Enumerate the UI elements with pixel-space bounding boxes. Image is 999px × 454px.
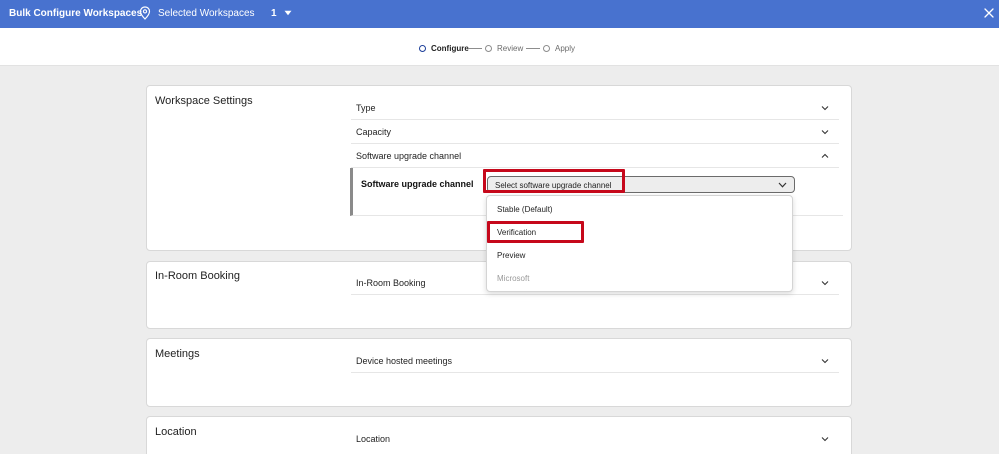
option-microsoft: Microsoft — [497, 274, 530, 283]
option-stable-default[interactable]: Stable (Default) — [497, 205, 553, 214]
chevron-up-icon — [821, 153, 829, 158]
step-apply-dot — [543, 45, 550, 52]
step-connector — [468, 48, 482, 49]
location-card: Location Location — [146, 416, 852, 454]
close-icon[interactable] — [983, 7, 995, 19]
stepper: Configure Review Apply — [0, 28, 999, 66]
row-capacity-label: Capacity — [356, 127, 392, 137]
location-title: Location — [155, 426, 197, 438]
step-connector — [526, 48, 540, 49]
row-location[interactable]: Location — [351, 427, 839, 451]
chevron-down-icon — [821, 437, 829, 442]
option-verification[interactable]: Verification — [497, 228, 536, 237]
row-capacity[interactable]: Capacity — [351, 120, 839, 144]
page-title: Bulk Configure Workspaces — [9, 8, 143, 19]
row-software-upgrade-channel-label: Software upgrade channel — [356, 151, 462, 161]
step-configure-label: Configure — [431, 44, 469, 53]
chevron-down-icon — [821, 359, 829, 364]
top-bar: Bulk Configure Workspaces Selected Works… — [0, 0, 999, 28]
in-room-booking-title: In-Room Booking — [155, 270, 240, 282]
meetings-card: Meetings Device hosted meetings — [146, 338, 852, 407]
chevron-down-icon — [821, 281, 829, 286]
selected-workspaces-count[interactable]: 1 — [271, 8, 277, 19]
upgrade-channel-dropdown: Stable (Default) Verification Preview Mi… — [486, 195, 793, 292]
row-device-hosted-meetings[interactable]: Device hosted meetings — [351, 349, 839, 373]
step-review-dot — [485, 45, 492, 52]
step-apply-label: Apply — [555, 44, 576, 53]
step-review-label: Review — [497, 44, 524, 53]
caret-down-icon[interactable] — [284, 10, 292, 16]
row-type-label: Type — [356, 103, 376, 113]
step-configure[interactable]: Configure — [419, 44, 469, 53]
row-device-hosted-meetings-label: Device hosted meetings — [356, 356, 453, 366]
step-review[interactable]: Review — [485, 44, 523, 53]
row-in-room-booking-label: In-Room Booking — [356, 278, 426, 288]
chevron-down-icon — [821, 106, 829, 111]
step-apply[interactable]: Apply — [543, 44, 575, 53]
select-placeholder: Select software upgrade channel — [495, 180, 612, 190]
chevron-down-icon — [778, 182, 787, 188]
software-upgrade-channel-select[interactable]: Select software upgrade channel — [487, 176, 795, 193]
row-software-upgrade-channel[interactable]: Software upgrade channel — [351, 144, 839, 168]
meetings-title: Meetings — [155, 348, 200, 360]
workspace-settings-title: Workspace Settings — [155, 95, 253, 107]
selected-workspaces-label: Selected Workspaces — [158, 8, 255, 19]
row-location-label: Location — [356, 434, 391, 444]
map-pin-icon — [139, 6, 151, 20]
option-preview[interactable]: Preview — [497, 251, 525, 260]
step-configure-dot — [419, 45, 426, 52]
chevron-down-icon — [821, 130, 829, 135]
software-upgrade-channel-field-label: Software upgrade channel — [361, 179, 474, 189]
row-type[interactable]: Type — [351, 96, 839, 120]
